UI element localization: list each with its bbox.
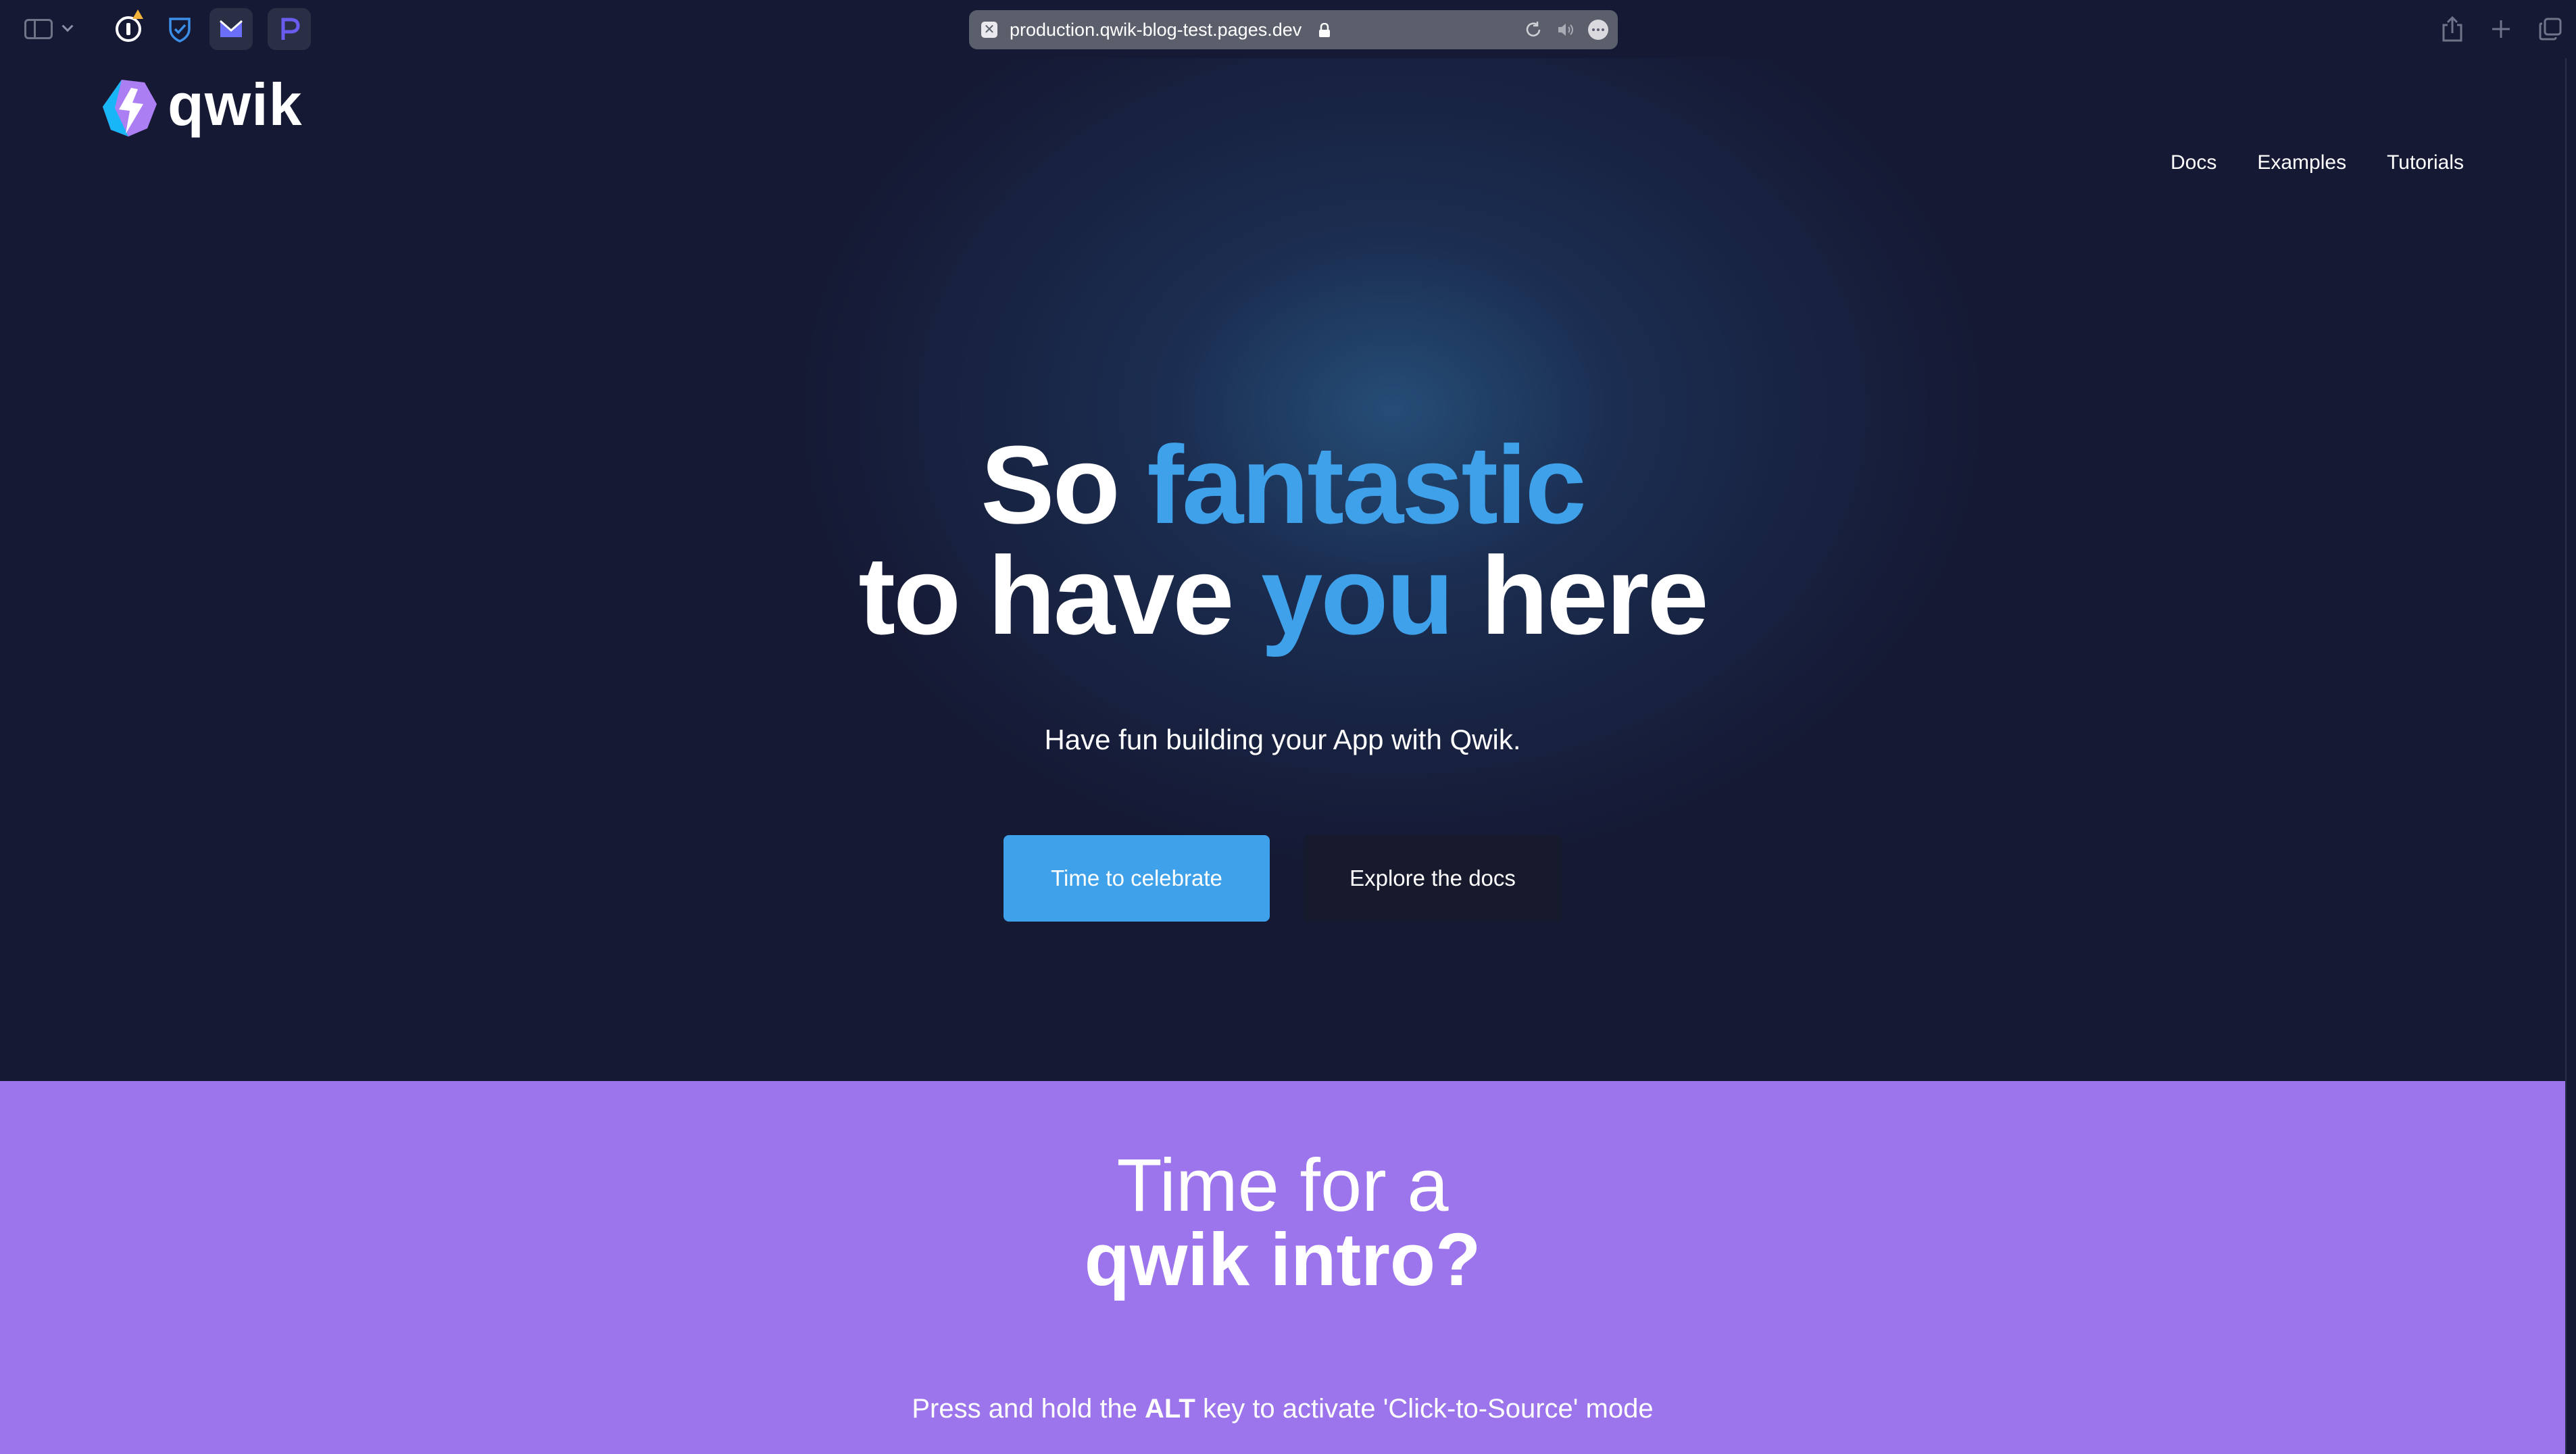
nav-link-examples[interactable]: Examples — [2257, 153, 2346, 173]
p-extension-icon[interactable] — [268, 8, 311, 50]
hero-title-text: here — [1452, 534, 1708, 657]
sidebar-toggle-icon[interactable] — [24, 19, 53, 39]
url-text[interactable]: production.qwik-blog-test.pages.dev — [1010, 10, 1302, 49]
hero-title-line-2: to have you here — [0, 541, 2565, 651]
time-to-celebrate-button[interactable]: Time to celebrate — [1004, 835, 1270, 922]
nav-link-tutorials[interactable]: Tutorials — [2387, 153, 2464, 173]
chevron-down-icon[interactable] — [61, 20, 74, 32]
share-icon[interactable] — [2441, 16, 2464, 43]
speaker-icon[interactable] — [1556, 20, 1576, 40]
hint-text: Press and hold the — [912, 1394, 1145, 1424]
hero-title-accent: you — [1261, 534, 1454, 657]
more-options-icon[interactable] — [1588, 20, 1608, 40]
intro-title: Time for a qwik intro? — [0, 1149, 2565, 1297]
site-favicon-icon: ✕ — [981, 22, 997, 38]
logo-text: qwik — [168, 71, 303, 138]
qwik-logo-icon — [103, 80, 157, 136]
1password-icon[interactable] — [107, 8, 150, 50]
explore-docs-button[interactable]: Explore the docs — [1304, 835, 1562, 922]
sidebar-controls — [24, 9, 74, 49]
nav-link-docs[interactable]: Docs — [2171, 153, 2216, 173]
bitwarden-icon[interactable] — [158, 8, 201, 50]
intro-section: Time for a qwik intro? Press and hold th… — [0, 1081, 2565, 1454]
cta-buttons: Time to celebrate Explore the docs — [0, 835, 2565, 922]
alt-key-label: ALT — [1145, 1394, 1195, 1424]
lock-icon — [1319, 23, 1330, 37]
hero-title-text: So — [981, 423, 1147, 547]
browser-toolbar: ✕ production.qwik-blog-test.pages.dev — [0, 0, 2576, 58]
address-bar[interactable]: ✕ production.qwik-blog-test.pages.dev — [969, 10, 1618, 49]
hero-title-line-1: So fantastic — [0, 430, 2565, 541]
warning-icon — [132, 9, 143, 19]
click-to-source-hint: Press and hold the ALT key to activate '… — [0, 1392, 2565, 1426]
browser-actions — [2441, 9, 2562, 49]
hero-title: So fantastic to have you here — [0, 430, 2565, 651]
intro-title-line-2: qwik intro? — [0, 1223, 2565, 1297]
intro-title-bold: qwik intro — [1084, 1218, 1436, 1301]
hint-text: key to activate 'Click-to-Source' mode — [1195, 1394, 1654, 1424]
main-nav: Docs Examples Tutorials — [2171, 153, 2464, 173]
qwik-logo[interactable]: qwik — [101, 74, 303, 142]
new-tab-icon[interactable] — [2490, 18, 2512, 41]
scrollbar[interactable] — [2565, 58, 2576, 1454]
reload-icon[interactable] — [1523, 20, 1543, 40]
mailbrew-icon[interactable] — [209, 8, 253, 50]
intro-title-question: ? — [1435, 1218, 1481, 1301]
hero-title-accent: fantastic — [1147, 423, 1586, 547]
intro-title-line-1: Time for a — [1116, 1144, 1449, 1227]
hero-subtitle: Have fun building your App with Qwik. — [1044, 724, 1521, 755]
hero-title-text: to have — [858, 534, 1262, 657]
tab-overview-icon[interactable] — [2538, 17, 2562, 41]
